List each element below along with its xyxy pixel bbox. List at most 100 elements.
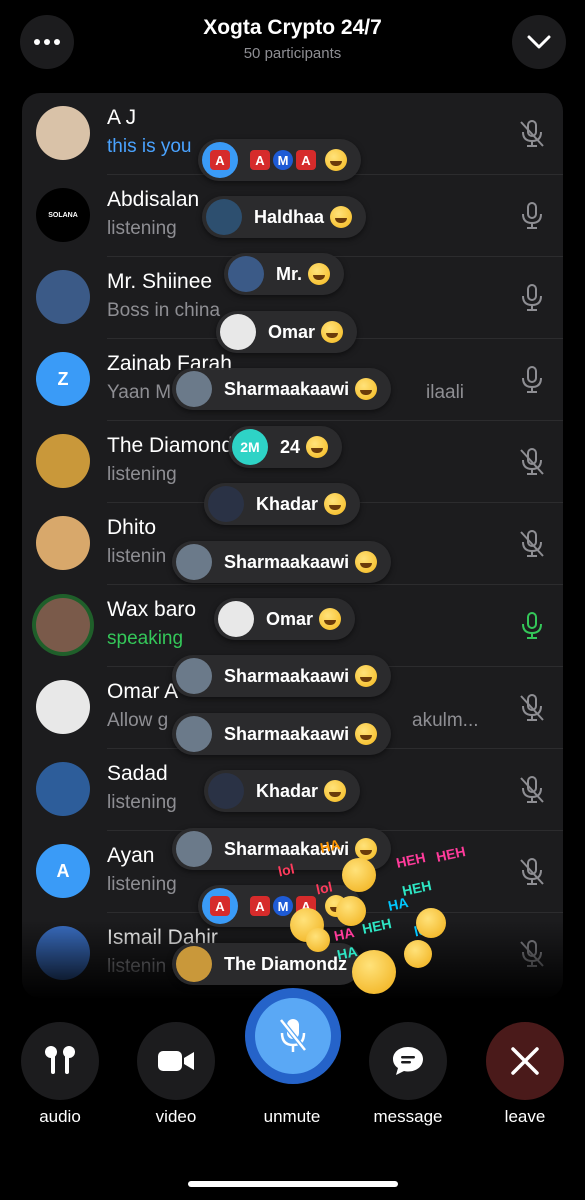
reaction-name: Sharmaakaawi [224, 551, 350, 572]
participant-name: Sadad [107, 762, 168, 785]
participant-status: listening [107, 218, 177, 239]
mic-muted-icon[interactable] [519, 940, 545, 968]
unmute-button[interactable] [245, 988, 341, 1084]
participant-status: speaking [107, 628, 184, 649]
reaction-pill: Omar [214, 598, 356, 640]
grinning-face-icon [355, 723, 378, 745]
participant-name: Wax baro [107, 598, 197, 621]
participant-avatar [36, 762, 90, 816]
mic-icon[interactable] [519, 202, 545, 230]
participant-name: The Diamond [107, 434, 234, 457]
reaction-avatar [176, 831, 212, 867]
chevron-down-icon [527, 35, 551, 49]
airpods-icon [45, 1046, 75, 1074]
participant-status: listening [107, 792, 177, 813]
laughing-face-icon [352, 950, 396, 994]
unmute-label: unmute [263, 1107, 321, 1126]
mic-muted-icon[interactable] [519, 694, 545, 722]
reaction-name: Omar [268, 321, 316, 342]
participant-avatar: Z [36, 352, 90, 406]
avatar-initial: Z [57, 368, 69, 389]
mic-icon[interactable] [519, 612, 545, 640]
participant-status: Yaan M [107, 382, 172, 403]
laughing-face-icon [404, 940, 432, 968]
video-camera-icon [158, 1051, 194, 1071]
reaction-avatar [208, 773, 244, 809]
reaction-laugh-text: lol [314, 878, 334, 898]
reaction-name: Khadar [256, 493, 319, 514]
reaction-avatar [176, 544, 212, 580]
reaction-pill: Sharmaakaawi [172, 655, 392, 697]
leave-button[interactable] [486, 1022, 564, 1100]
participant-avatar [36, 434, 90, 488]
reaction-laugh-text: lol [276, 860, 296, 880]
message-button[interactable] [369, 1022, 447, 1100]
participant-count: 50 participants [243, 45, 342, 62]
reaction-avatar: A [202, 142, 238, 178]
grinning-face-icon [355, 838, 378, 860]
laughing-face-icon [416, 908, 446, 938]
mic-muted-icon[interactable] [519, 776, 545, 804]
participant-status: Boss in china [107, 300, 221, 321]
reaction-avatar [176, 658, 212, 694]
chat-bubble-icon [393, 1047, 423, 1075]
reaction-pill: Sharmaakaawi [172, 713, 392, 755]
reaction-name: Sharmaakaawi [224, 665, 350, 686]
ama-letter-icon: A [250, 896, 270, 916]
audio-label: audio [39, 1107, 81, 1126]
reaction-pill: Khadar [204, 483, 361, 525]
mic-icon[interactable] [519, 284, 545, 312]
grinning-face-icon [325, 149, 347, 171]
mic-muted-icon[interactable] [519, 448, 545, 476]
participant-avatar [36, 598, 90, 652]
participant-name: Ayan [107, 844, 155, 867]
mic-muted-icon[interactable] [519, 858, 545, 886]
reaction-avatar [218, 601, 254, 637]
participant-status: listening [107, 464, 177, 485]
laughing-face-icon [336, 896, 366, 926]
participant-status-tail: akulm... [412, 710, 479, 731]
mic-icon[interactable] [519, 366, 545, 394]
reaction-avatar [228, 256, 264, 292]
ama-letter-icon: A [210, 150, 230, 170]
grinning-face-icon [324, 780, 347, 802]
reaction-name: Khadar [256, 780, 319, 801]
reaction-pill: The Diamondz [172, 943, 362, 985]
reaction-name: Omar [266, 608, 314, 629]
reaction-avatar-text: 2M [240, 439, 260, 455]
reaction-name: Sharmaakaawi [224, 723, 350, 744]
mic-off-icon [279, 1018, 307, 1052]
participant-status: listening [107, 874, 177, 895]
reaction-pill: Sharmaakaawi [172, 541, 392, 583]
audio-button[interactable] [21, 1022, 99, 1100]
ama-letter-icon: M [273, 896, 293, 916]
shocked-face-icon [321, 321, 344, 343]
participant-name: Mr. Shiinee [107, 270, 213, 293]
laughing-face-icon [306, 928, 330, 952]
mic-muted-icon[interactable] [519, 530, 545, 558]
participant-status: Allow g [107, 710, 169, 731]
reaction-avatar [206, 199, 242, 235]
grinning-face-icon [324, 493, 347, 515]
participant-avatar: A [36, 844, 90, 898]
participant-status: listenin [107, 956, 167, 977]
reaction-name: The Diamondz [224, 953, 348, 974]
reaction-avatar [220, 314, 256, 350]
participant-avatar [36, 926, 90, 980]
reaction-pill: AAMA [198, 139, 361, 181]
reaction-avatar [176, 371, 212, 407]
grinning-face-icon [308, 263, 331, 285]
reaction-avatar: A [202, 888, 238, 924]
home-indicator [188, 1181, 398, 1187]
reaction-pill: Khadar [204, 770, 361, 812]
reaction-pill: Sharmaakaawi [172, 368, 392, 410]
video-button[interactable] [137, 1022, 215, 1100]
grinning-face-icon [355, 551, 378, 573]
reaction-name: Haldhaa [254, 206, 325, 227]
collapse-button[interactable] [512, 15, 566, 69]
participant-avatar [36, 270, 90, 324]
video-label: video [155, 1107, 197, 1126]
participant-name: A J [107, 106, 137, 129]
mic-muted-icon[interactable] [519, 120, 545, 148]
grinning-face-icon [330, 206, 353, 228]
